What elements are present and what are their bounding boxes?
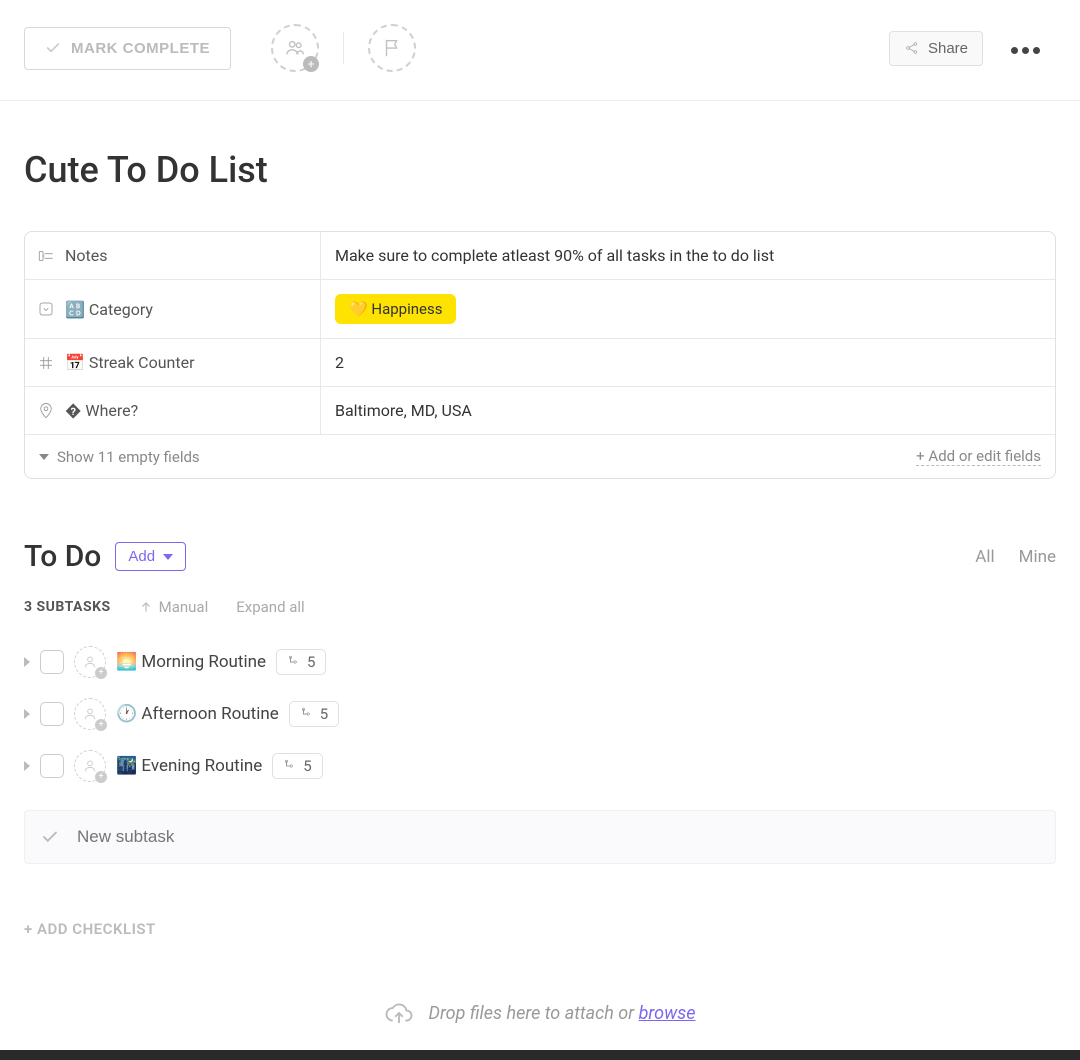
field-label-where: � Where? xyxy=(25,387,321,434)
subtask-checkbox[interactable] xyxy=(40,650,64,674)
expand-icon[interactable] xyxy=(24,761,30,771)
field-value-streak[interactable]: 2 xyxy=(321,339,1055,386)
priority-placeholder[interactable] xyxy=(368,24,416,72)
share-button[interactable]: Share xyxy=(889,31,983,66)
person-icon xyxy=(82,654,98,670)
add-icon: + xyxy=(95,667,107,679)
subtask-row[interactable]: + 🌃 Evening Routine 5 xyxy=(24,740,1056,792)
subtask-name[interactable]: 🌅 Morning Routine xyxy=(116,652,266,672)
caret-down-icon xyxy=(39,454,49,460)
subtask-count-pill[interactable]: 5 xyxy=(272,753,322,779)
assignee-placeholder[interactable]: + xyxy=(74,750,106,782)
subtask-count: 3 SUBTASKS xyxy=(24,599,111,615)
subtask-name[interactable]: 🌃 Evening Routine xyxy=(116,756,262,776)
caret-down-icon xyxy=(163,554,173,560)
subtask-list: + 🌅 Morning Routine 5 + 🕐 Afternoon Routine 5… xyxy=(24,636,1056,792)
field-row-category: 🔠 Category 💛 Happiness xyxy=(25,280,1055,339)
filter-mine[interactable]: Mine xyxy=(1019,547,1056,567)
person-icon xyxy=(82,758,98,774)
file-dropzone[interactable]: Drop files here to attach or browse xyxy=(0,976,1080,1050)
subtask-count-pill[interactable]: 5 xyxy=(289,701,339,727)
filter-all[interactable]: All xyxy=(975,547,994,567)
subtask-row[interactable]: + 🕐 Afternoon Routine 5 xyxy=(24,688,1056,740)
arrow-up-icon xyxy=(139,600,153,614)
assignee-placeholder[interactable]: + xyxy=(74,698,106,730)
show-empty-fields-button[interactable]: Show 11 empty fields xyxy=(39,447,200,466)
subtask-icon xyxy=(300,707,314,721)
check-icon xyxy=(41,828,59,846)
mark-complete-button[interactable]: MARK COMPLETE xyxy=(24,27,231,70)
subtask-row[interactable]: + 🌅 Morning Routine 5 xyxy=(24,636,1056,688)
dropdown-field-icon xyxy=(37,300,55,318)
field-row-notes: Notes Make sure to complete atleast 90% … xyxy=(25,232,1055,280)
new-subtask-row[interactable] xyxy=(24,810,1056,864)
expand-icon[interactable] xyxy=(24,709,30,719)
field-value-where[interactable]: Baltimore, MD, USA xyxy=(321,387,1055,434)
share-icon xyxy=(904,40,920,56)
custom-fields-table: Notes Make sure to complete atleast 90% … xyxy=(24,231,1056,479)
browse-link[interactable]: browse xyxy=(639,1003,696,1024)
location-field-icon xyxy=(37,402,55,420)
subtask-icon xyxy=(287,655,301,669)
category-tag: 💛 Happiness xyxy=(335,294,456,324)
subtask-checkbox[interactable] xyxy=(40,702,64,726)
field-label-category: 🔠 Category xyxy=(25,280,321,338)
check-icon xyxy=(45,40,61,56)
more-menu-button[interactable] xyxy=(995,31,1056,66)
add-assignee-icon: + xyxy=(303,56,319,72)
todo-section-title: To Do xyxy=(24,539,101,574)
field-value-category[interactable]: 💛 Happiness xyxy=(321,280,1055,338)
field-row-where: � Where? Baltimore, MD, USA xyxy=(25,387,1055,435)
number-field-icon xyxy=(37,354,55,372)
expand-all-button[interactable]: Expand all xyxy=(236,598,304,616)
field-label-notes: Notes xyxy=(25,232,321,279)
person-icon xyxy=(82,706,98,722)
add-icon: + xyxy=(95,771,107,783)
footer-bar xyxy=(0,1050,1080,1060)
share-label: Share xyxy=(928,40,968,57)
subtask-checkbox[interactable] xyxy=(40,754,64,778)
subtask-name[interactable]: 🕐 Afternoon Routine xyxy=(116,704,279,724)
new-subtask-input[interactable] xyxy=(77,827,1039,847)
assignee-placeholder[interactable]: + xyxy=(271,24,319,72)
add-checklist-button[interactable]: + ADD CHECKLIST xyxy=(24,920,1056,938)
subtask-count-pill[interactable]: 5 xyxy=(276,649,326,675)
text-field-icon xyxy=(37,247,55,265)
field-value-notes[interactable]: Make sure to complete atleast 90% of all… xyxy=(321,232,1055,279)
mark-complete-label: MARK COMPLETE xyxy=(71,40,210,57)
sort-button[interactable]: Manual xyxy=(139,598,209,616)
expand-icon[interactable] xyxy=(24,657,30,667)
subtask-icon xyxy=(283,759,297,773)
page-title[interactable]: Cute To Do List xyxy=(24,149,1056,191)
cloud-upload-icon xyxy=(384,998,414,1028)
flag-icon xyxy=(381,37,403,59)
add-edit-fields-button[interactable]: + Add or edit fields xyxy=(916,447,1041,466)
field-row-streak: 📅 Streak Counter 2 xyxy=(25,339,1055,387)
add-subtask-button[interactable]: Add xyxy=(115,542,186,571)
fields-footer: Show 11 empty fields + Add or edit field… xyxy=(25,435,1055,478)
assignee-placeholder[interactable]: + xyxy=(74,646,106,678)
add-icon: + xyxy=(95,719,107,731)
toolbar-divider xyxy=(343,32,344,64)
field-label-streak: 📅 Streak Counter xyxy=(25,339,321,386)
dropzone-text: Drop files here to attach or xyxy=(428,1003,638,1024)
people-icon xyxy=(284,37,306,59)
